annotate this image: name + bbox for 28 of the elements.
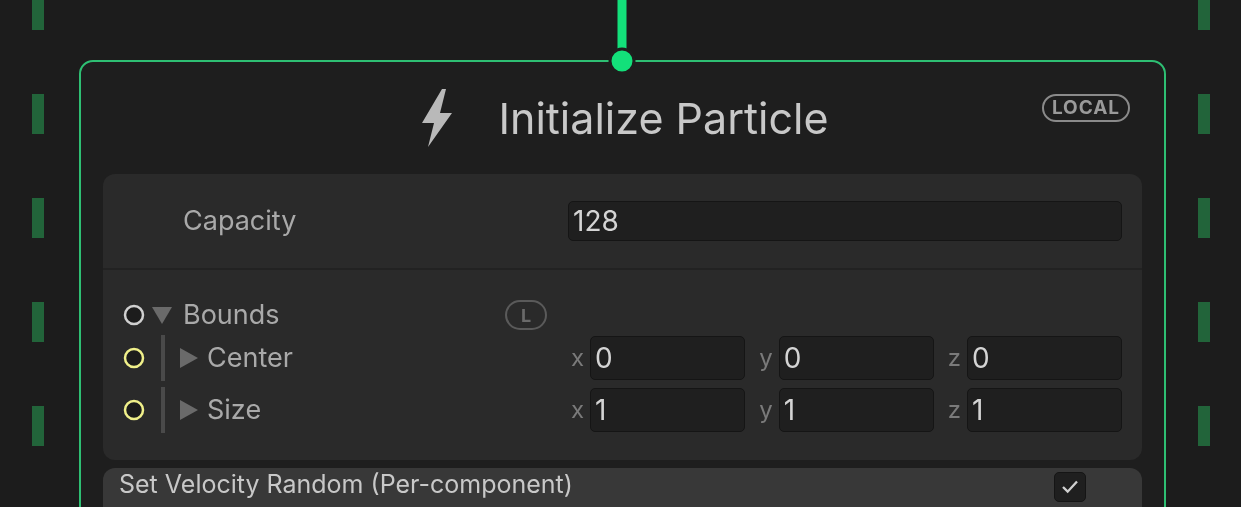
node-title: Initialize Particle [498, 96, 829, 140]
input-field[interactable]: 1 [966, 388, 1122, 432]
slot-icon[interactable] [123, 399, 145, 421]
input-field[interactable]: 128 [568, 201, 1122, 241]
slot-icon[interactable] [123, 347, 145, 369]
caret-down-icon[interactable] [151, 305, 173, 325]
field-label: Size [207, 391, 263, 428]
block-title: Set Velocity Random (Per-component) [119, 472, 574, 497]
axis-label: z [947, 342, 961, 374]
input-field[interactable]: 1 [590, 388, 746, 432]
axis-label: x [571, 394, 585, 426]
checkbox[interactable] [1054, 472, 1086, 502]
check-icon [1061, 480, 1079, 494]
input-field[interactable]: 0 [966, 336, 1122, 380]
field-label: Bounds [183, 296, 281, 333]
axis-label: y [759, 342, 773, 374]
caret-right-icon[interactable] [179, 399, 199, 421]
input-field[interactable]: 1 [778, 388, 934, 432]
axis-label: z [947, 394, 961, 426]
field-label: Center [207, 339, 294, 376]
input-field[interactable]: 0 [590, 336, 746, 380]
input-field[interactable]: 0 [778, 336, 934, 380]
axis-label: y [759, 394, 773, 426]
caret-right-icon[interactable] [179, 347, 199, 369]
space-badge[interactable]: LOCAL [1041, 94, 1130, 122]
field-label: Capacity [183, 202, 298, 239]
axis-label: x [571, 342, 585, 374]
slot-icon[interactable] [123, 304, 145, 326]
